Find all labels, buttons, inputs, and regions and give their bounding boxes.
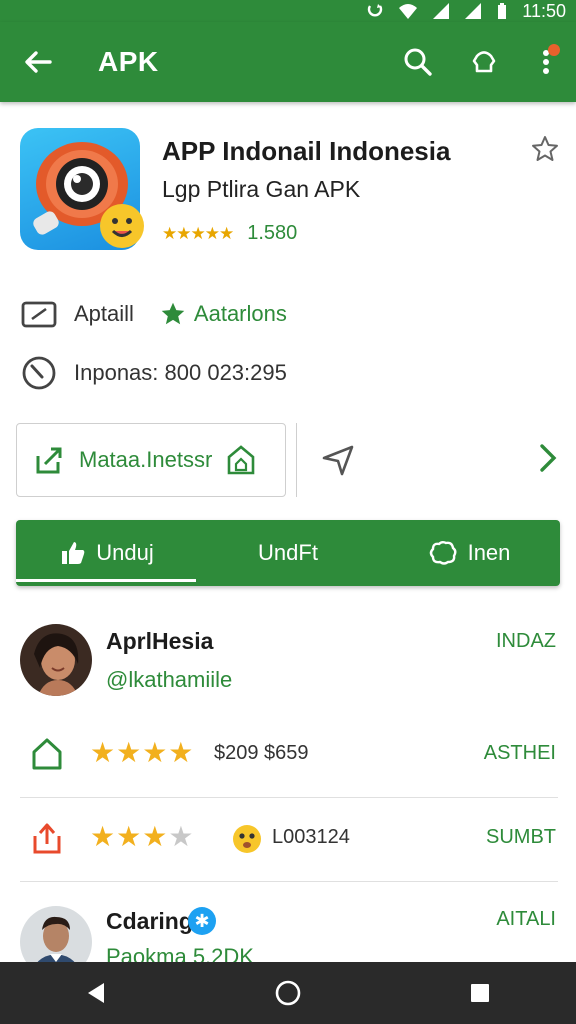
arrow-back-icon [25, 51, 52, 73]
tab-info[interactable]: Inen [378, 520, 560, 586]
reviewer-handle[interactable]: @lkathamiile [106, 667, 232, 693]
tab-info-label: Inen [467, 540, 511, 565]
nav-home-button[interactable] [258, 973, 318, 1013]
emoji-icon [233, 825, 261, 853]
battery-icon [498, 3, 507, 19]
send-icon [322, 445, 354, 476]
system-nav-bar [0, 962, 576, 1024]
puzzle-icon [429, 541, 457, 565]
share-box-icon [36, 447, 62, 474]
chevron-right-icon [540, 444, 557, 472]
app-bar: APK [0, 22, 576, 102]
thumbs-up-icon [62, 542, 85, 564]
review-value: $209 $659 [214, 742, 309, 764]
camera-app-logo-icon [33, 142, 144, 248]
installs-label: Inponas: 800 023:295 [74, 360, 287, 385]
signal-icon [433, 3, 450, 19]
action-divider [296, 423, 297, 497]
status-time: 11:50 [522, 0, 566, 21]
back-button[interactable] [20, 44, 56, 80]
send-button[interactable] [320, 442, 356, 478]
tablet-icon [21, 301, 57, 328]
review-stars: ★★★★ [90, 821, 195, 852]
reviewer2-name: Cdaring [106, 908, 193, 934]
reviewer-name: AprlHesia [106, 628, 214, 654]
review-tag[interactable]: ASTHEI [484, 742, 556, 765]
star-outline-icon [532, 136, 558, 161]
tab-active-indicator [16, 579, 196, 582]
review-row[interactable]: ★★★★ $209 $659 ASTHEI [0, 714, 576, 796]
home-outline-icon [32, 738, 62, 770]
badge-label[interactable]: Aatarlons [194, 301, 287, 327]
more-options-button[interactable] [526, 42, 566, 82]
tab-update[interactable]: UndFt [198, 520, 378, 586]
triangle-back-icon [88, 983, 104, 1003]
speedometer-icon [22, 356, 56, 390]
nav-recents-button[interactable] [450, 973, 510, 1013]
reviewer2-tag[interactable]: AITALI [496, 908, 556, 931]
installs-row: Inponas: 800 023:295 [20, 354, 287, 392]
rating-stars: ★★★★★ [162, 223, 234, 243]
tab-download[interactable]: Unduj [16, 520, 198, 586]
app-name: APP Indonail Indonesia [162, 136, 451, 166]
status-bar: 11:50 [0, 0, 576, 22]
category-label: Aptaill [74, 301, 134, 326]
review-tag[interactable]: SUMBT [486, 826, 556, 849]
favorite-button[interactable] [530, 134, 560, 164]
wifi-icon [399, 4, 418, 19]
search-button[interactable] [398, 42, 438, 82]
nav-back-button[interactable] [66, 973, 126, 1013]
tab-bar: Unduj UndFt Inen [16, 520, 560, 586]
app-developer: Lgp Ptlira Gan APK [162, 176, 361, 202]
review-value: L003124 [272, 826, 350, 848]
review-row[interactable]: ★★★★ L003124 SUMBT [0, 798, 576, 880]
tab-update-label: UndFt [258, 540, 318, 565]
share-icon [472, 51, 496, 73]
sync-icon [368, 4, 383, 17]
review-stars: ★★★★ [90, 737, 195, 768]
share-button[interactable] [464, 42, 504, 82]
status-icons: 11:50 [366, 0, 566, 22]
notification-dot [548, 44, 560, 56]
person-photo-icon [20, 624, 92, 696]
app-bar-title: APK [98, 46, 159, 77]
install-card[interactable]: Mataa.Inetssr [16, 423, 286, 497]
category-row: Aptaill Aatarlons [20, 298, 287, 330]
square-recents-icon [471, 984, 489, 1002]
tab-download-label: Unduj [96, 540, 154, 565]
rating-count: 1.580 [247, 222, 298, 244]
home-box-icon [227, 445, 255, 475]
install-card-label: Mataa.Inetssr [79, 447, 213, 472]
reviewer-avatar[interactable] [20, 624, 92, 696]
app-icon [20, 128, 144, 250]
divider [20, 881, 558, 882]
signal2-icon [465, 3, 482, 19]
search-icon [404, 48, 432, 76]
reviewer-tag[interactable]: INDAZ [496, 630, 556, 653]
upload-box-icon [33, 823, 61, 854]
star-filled-icon [161, 302, 185, 325]
next-button[interactable] [532, 440, 564, 476]
app-rating: ★★★★★ 1.580 [162, 222, 297, 245]
circle-home-icon [275, 980, 301, 1006]
verified-badge-icon: ✱ [188, 907, 216, 935]
